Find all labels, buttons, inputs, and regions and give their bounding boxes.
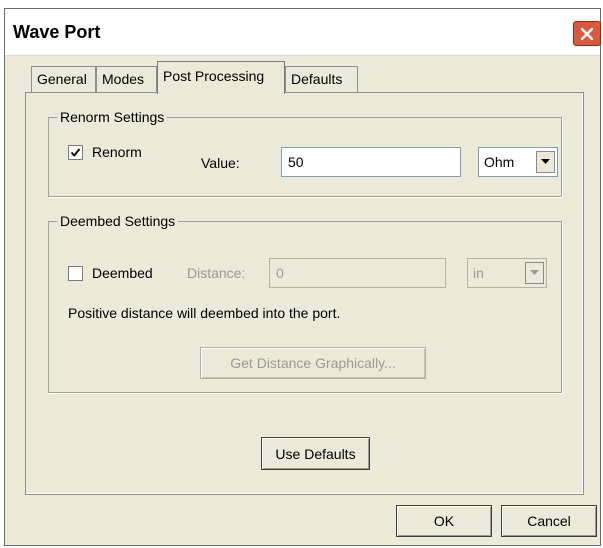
- renorm-settings-legend: Renorm Settings: [60, 109, 165, 125]
- tab-modes-label: Modes: [102, 71, 145, 87]
- value-label: Value:: [201, 155, 240, 171]
- wave-port-dialog: Wave Port General Modes Post Processing …: [4, 8, 601, 546]
- tab-modes[interactable]: Modes: [96, 66, 157, 92]
- cancel-button[interactable]: Cancel: [501, 505, 597, 537]
- tab-general[interactable]: General: [31, 66, 96, 92]
- tab-post-processing[interactable]: Post Processing: [157, 61, 285, 94]
- chevron-down-icon[interactable]: [525, 262, 544, 284]
- ok-button[interactable]: OK: [396, 505, 492, 537]
- renorm-checkbox[interactable]: [68, 145, 83, 160]
- deembed-checkbox[interactable]: [68, 266, 83, 281]
- use-defaults-button[interactable]: Use Defaults: [261, 437, 370, 470]
- renorm-checkbox-label: Renorm: [92, 144, 142, 160]
- window-title: Wave Port: [13, 22, 101, 42]
- renorm-unit-select[interactable]: Ohm: [478, 147, 558, 177]
- get-distance-graphically-button[interactable]: Get Distance Graphically...: [200, 347, 426, 379]
- renorm-unit-value: Ohm: [484, 154, 515, 170]
- post-processing-panel: Renorm Settings Renorm Value: Ohm Deembe…: [25, 92, 584, 495]
- ok-label: OK: [433, 513, 455, 529]
- use-defaults-label: Use Defaults: [275, 445, 356, 462]
- tab-post-processing-label: Post Processing: [163, 68, 265, 84]
- checkmark-icon: [70, 148, 81, 157]
- tab-defaults[interactable]: Defaults: [285, 66, 358, 92]
- title-bar[interactable]: Wave Port: [5, 9, 601, 56]
- get-distance-graphically-label: Get Distance Graphically...: [230, 355, 396, 371]
- chevron-down-icon[interactable]: [536, 151, 555, 173]
- distance-input[interactable]: [269, 258, 446, 288]
- renorm-value-input[interactable]: [281, 147, 461, 177]
- close-icon: [580, 27, 594, 40]
- deembed-checkbox-label: Deembed: [92, 265, 153, 281]
- distance-label: Distance:: [187, 265, 246, 281]
- distance-unit-select[interactable]: in: [467, 258, 547, 288]
- tab-defaults-label: Defaults: [291, 71, 343, 87]
- deembed-settings-legend: Deembed Settings: [60, 213, 176, 229]
- tab-general-label: General: [37, 71, 87, 87]
- close-button[interactable]: [573, 21, 601, 46]
- distance-unit-value: in: [473, 265, 484, 281]
- deembed-note: Positive distance will deembed into the …: [68, 305, 341, 321]
- cancel-label: Cancel: [527, 513, 571, 529]
